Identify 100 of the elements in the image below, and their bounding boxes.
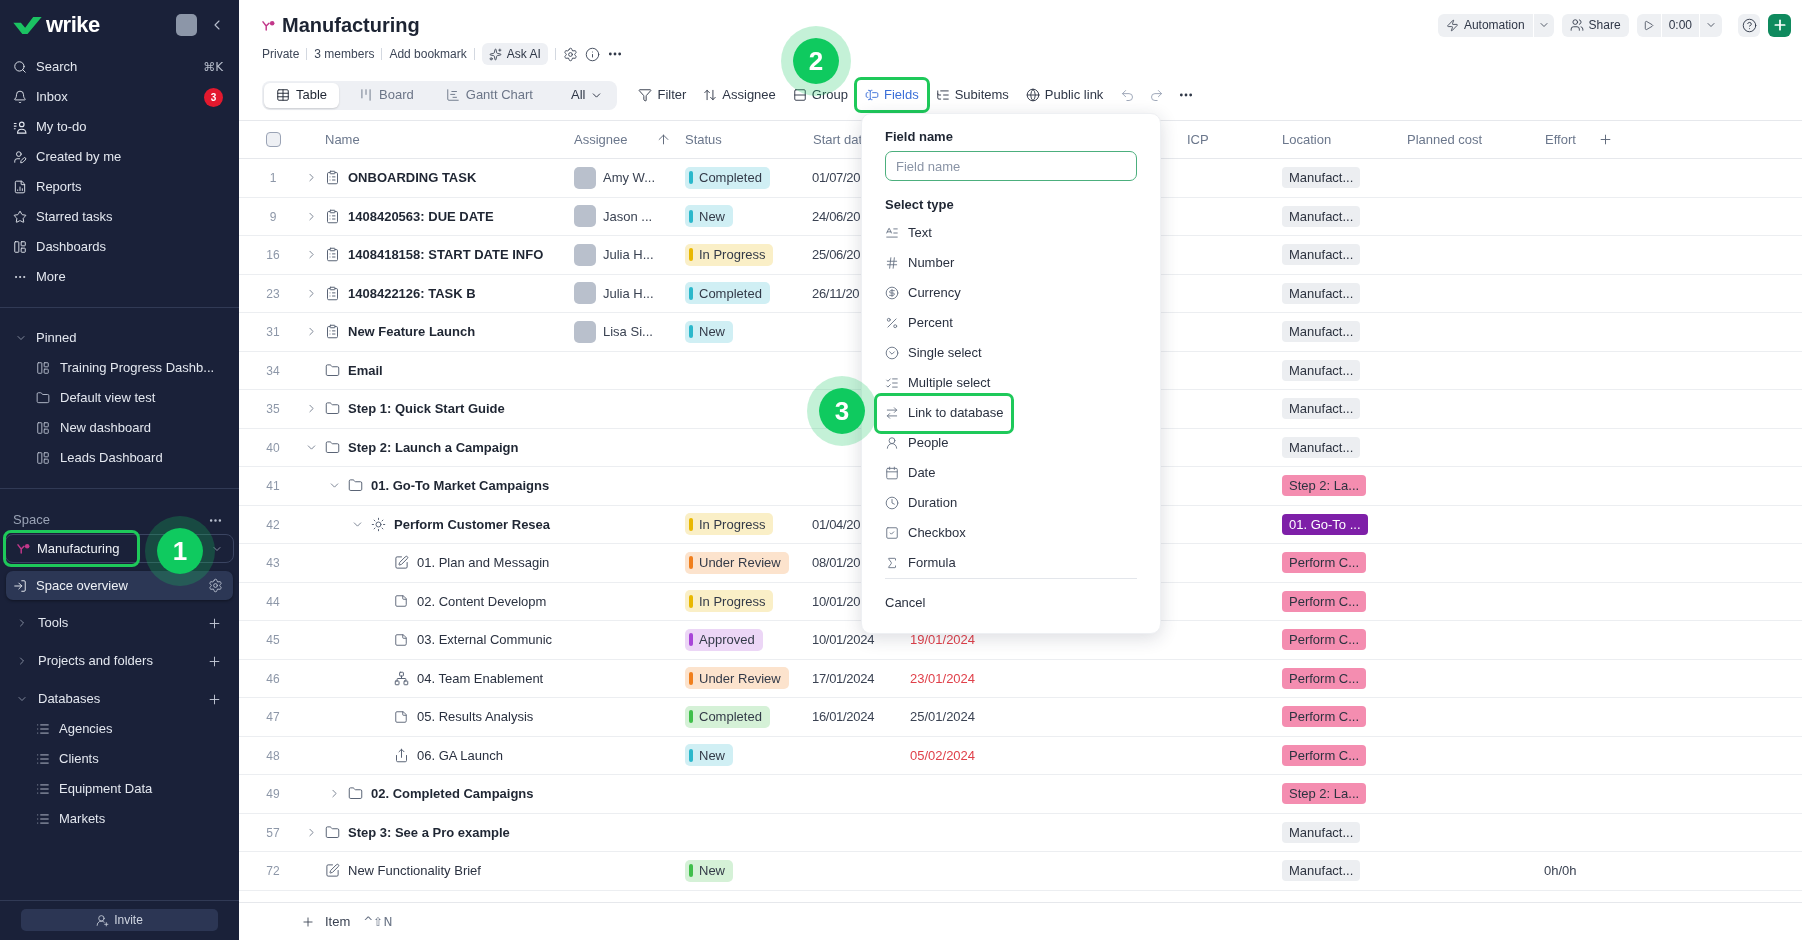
section-toggle[interactable]: Projects and folders [16,651,153,671]
toolbar-button[interactable]: Group [787,81,853,109]
task-name[interactable]: Email [348,360,383,380]
status-badge[interactable]: Completed [685,705,770,728]
task-name[interactable]: 1408418158: START DATE INFO [348,245,544,265]
nav-item[interactable]: Search [13,57,78,77]
pinned-item[interactable]: Leads Dashboard [36,448,163,468]
task-name[interactable]: 03. External Communic [417,630,553,650]
select-all-checkbox[interactable] [266,132,281,147]
meta-link[interactable]: Private [262,45,300,63]
task-name[interactable]: 02. Completed Campaigns [371,784,534,804]
column-header[interactable]: Start dat [813,131,863,147]
task-name[interactable]: New Feature Launch [348,322,476,342]
status-badge[interactable]: In Progress [685,243,774,266]
add-button[interactable] [1768,13,1791,37]
database-item[interactable]: Equipment Data [36,779,153,799]
task-name[interactable]: 01. Plan and Messagin [417,553,550,573]
avatar-placeholder[interactable] [176,14,197,36]
task-name[interactable]: 1408422126: TASK B [348,283,476,303]
add-icon[interactable] [207,691,222,707]
timer-menu-button[interactable] [1700,13,1722,37]
cancel-button[interactable]: Cancel [885,593,926,613]
status-badge[interactable]: Under Review [685,551,789,574]
nav-item[interactable]: Reports [13,177,82,197]
invite-button[interactable]: Invite [21,909,218,931]
column-header[interactable]: Effort [1545,131,1576,147]
toolbar-button[interactable]: Fields [859,81,924,109]
database-item[interactable]: Markets [36,809,106,829]
task-name[interactable]: Step 3: See a Pro example [348,822,510,842]
add-icon[interactable] [207,653,222,669]
field-name-input[interactable]: Field name [885,151,1137,181]
nav-item[interactable]: More [13,267,66,287]
view-tab[interactable]: Table [264,82,340,108]
field-type-item[interactable]: Checkbox [885,523,966,543]
database-item[interactable]: Clients [36,749,99,769]
settings-icon[interactable] [562,46,578,62]
task-name[interactable]: Step 2: Launch a Campaign [348,437,519,457]
status-badge[interactable]: New [685,744,733,767]
field-type-item[interactable]: Single select [885,343,982,363]
status-badge[interactable]: Under Review [685,667,789,690]
field-type-item[interactable]: Percent [885,313,953,333]
task-name[interactable]: 06. GA Launch [417,745,503,765]
add-item-button[interactable]: Item [301,911,351,932]
field-type-item[interactable]: Text [885,223,932,243]
add-column-icon[interactable] [1598,132,1613,147]
play-button[interactable] [1636,13,1661,37]
help-button[interactable] [1738,13,1760,37]
section-toggle[interactable]: Pinned [15,328,77,348]
task-name[interactable]: Step 1: Quick Start Guide [348,399,505,419]
automation-menu-button[interactable] [1533,13,1554,37]
task-name[interactable]: ONBOARDING TASK [348,168,477,188]
assignee-name[interactable]: Lisa Si... [603,322,653,342]
task-name[interactable]: 02. Content Developm [417,591,547,611]
space-overview-item[interactable]: Space overview [6,571,233,600]
timer-button[interactable]: 0:00 [1661,13,1699,37]
field-type-item[interactable]: Multiple select [885,373,991,393]
meta-link[interactable]: Add bookmark [389,45,467,63]
status-badge[interactable]: Completed [685,282,770,305]
column-header[interactable]: Status [685,131,722,147]
section-toggle[interactable]: Tools [16,613,69,633]
field-type-item[interactable]: Formula [885,553,956,573]
nav-item[interactable]: Inbox [13,87,68,107]
nav-item[interactable]: My to-do [13,117,87,137]
pinned-item[interactable]: Training Progress Dashb... [36,358,215,378]
assignee-name[interactable]: Julia H... [603,283,654,303]
toolbar-button[interactable]: Public link [1020,81,1109,109]
automation-button[interactable]: Automation [1437,13,1533,37]
task-name[interactable]: 05. Results Analysis [417,707,534,727]
status-badge[interactable]: Completed [685,166,770,189]
column-header[interactable]: Location [1282,131,1332,147]
task-name[interactable]: 01. Go-To Market Campaigns [371,476,550,496]
status-badge[interactable]: New [685,320,733,343]
pinned-item[interactable]: New dashboard [36,418,152,438]
ask-ai-button[interactable]: Ask AI [481,43,548,65]
toolbar-button[interactable]: Assignee [698,81,781,109]
task-name[interactable]: New Functionality Brief [348,861,481,881]
view-tab[interactable]: Board [347,82,426,108]
task-name[interactable]: 1408420563: DUE DATE [348,206,494,226]
section-toggle[interactable]: Databases [16,689,101,709]
column-header[interactable]: Name [325,131,360,147]
nav-item[interactable]: Starred tasks [13,207,113,227]
meta-link[interactable]: 3 members [314,45,375,63]
redo-icon[interactable] [1149,87,1165,103]
task-name[interactable]: 04. Team Enablement [417,668,544,688]
status-badge[interactable]: Approved [685,628,763,651]
field-type-item[interactable]: Date [885,463,936,483]
toolbar-button[interactable]: Filter [633,81,692,109]
database-item[interactable]: Agencies [36,719,113,739]
column-header[interactable]: Planned cost [1407,131,1483,147]
view-tab[interactable]: Gantt Chart [433,82,545,108]
status-badge[interactable]: In Progress [685,513,774,536]
column-header[interactable]: Assignee [574,129,628,150]
nav-item[interactable]: Created by me [13,147,122,167]
nav-item[interactable]: Dashboards [13,237,107,257]
toolbar-button[interactable]: Subitems [930,81,1014,109]
field-type-item[interactable]: Currency [885,283,961,303]
column-header[interactable]: ICP [1187,131,1209,147]
assignee-name[interactable]: Julia H... [603,245,654,265]
view-filter-dropdown[interactable]: All [553,82,616,108]
assignee-name[interactable]: Amy W... [603,168,655,188]
